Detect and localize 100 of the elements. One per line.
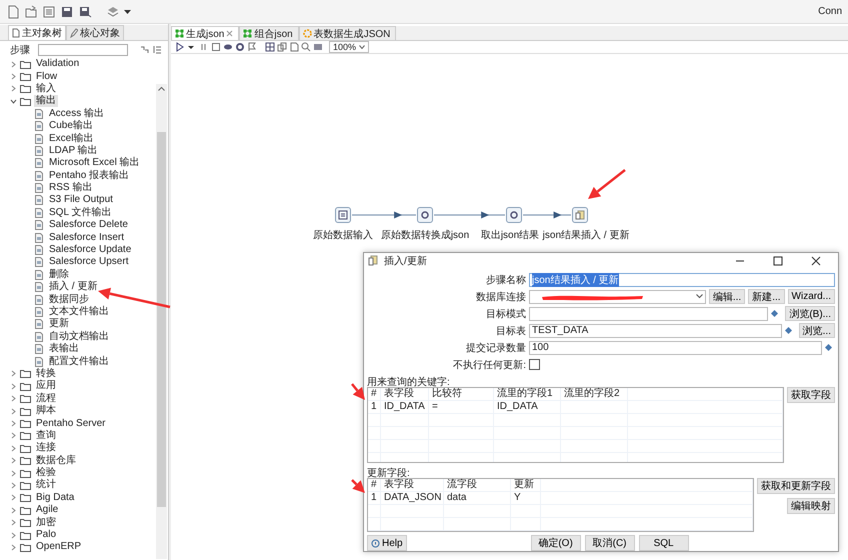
editor-tab[interactable]: 表数据生成JSON (298, 26, 396, 40)
tree-item[interactable]: 输出 (34, 95, 58, 108)
dropdown-field[interactable] (529, 290, 706, 304)
chevron-icon[interactable] (10, 420, 17, 428)
tree-item[interactable]: 输入 (34, 82, 58, 95)
dialog-button[interactable]: 编辑映射 (787, 498, 835, 514)
panel-tab[interactable]: 核心对象 (66, 25, 124, 40)
help-button[interactable]: Help (367, 535, 407, 551)
flag-icon[interactable] (247, 42, 257, 52)
list-icon[interactable] (42, 4, 56, 18)
tree-item[interactable]: Salesforce Upsert (47, 256, 130, 268)
tree-item[interactable]: 数据仓库 (34, 454, 78, 467)
tree-item[interactable]: LDAP 输出 (47, 144, 100, 157)
tree-item[interactable]: Salesforce Delete (47, 219, 130, 232)
chevron-icon[interactable] (10, 432, 17, 440)
chevron-icon[interactable] (10, 60, 17, 68)
copy-icon[interactable] (277, 42, 287, 52)
column-header[interactable]: # (368, 479, 381, 491)
chevron-icon[interactable] (10, 532, 17, 539)
tree-item[interactable]: OpenERP (34, 541, 84, 554)
new-file-icon[interactable] (6, 4, 20, 18)
document-icon[interactable] (289, 42, 299, 52)
save-icon[interactable] (60, 4, 74, 18)
caret-icon[interactable] (124, 8, 131, 14)
chevron-icon[interactable] (10, 382, 17, 390)
step-node[interactable] (417, 207, 433, 223)
tree-item[interactable]: 转换 (34, 368, 58, 380)
layers-icon[interactable] (106, 4, 120, 18)
tree-item[interactable]: SQL 文件输出 (47, 206, 114, 219)
step-node[interactable] (572, 207, 588, 223)
tree-item[interactable]: 应用 (34, 380, 58, 392)
chevron-icon[interactable] (10, 73, 17, 80)
column-header[interactable]: 比较符 (429, 388, 494, 400)
chevron-icon[interactable] (10, 98, 17, 105)
tree-item[interactable]: 统计 (34, 479, 58, 492)
tree-item[interactable]: Access 输出 (47, 108, 106, 120)
run-icon[interactable] (175, 42, 185, 52)
panel-tab[interactable]: 主对象树 (8, 25, 66, 40)
collapse-all-icon[interactable] (153, 45, 162, 54)
tree-item[interactable]: Excel输出 (47, 132, 96, 145)
chevron-icon[interactable] (10, 494, 17, 502)
scroll-up-icon[interactable] (158, 86, 165, 91)
tree-item[interactable]: 表输出 (47, 343, 81, 356)
open-file-icon[interactable] (24, 4, 38, 18)
dialog-button[interactable]: 获取和更新字段 (757, 478, 835, 494)
tree-item[interactable]: Salesforce Update (47, 244, 134, 256)
close-icon[interactable] (810, 254, 822, 266)
step-node[interactable] (506, 207, 522, 223)
chevron-icon[interactable] (10, 85, 17, 92)
tree-item[interactable]: RSS 输出 (47, 182, 94, 194)
tree-item[interactable]: Flow (34, 70, 60, 83)
chevron-icon[interactable] (10, 482, 17, 489)
search-field[interactable] (38, 44, 128, 56)
chevron-icon[interactable] (10, 506, 17, 514)
input-field[interactable] (529, 306, 768, 320)
tree-item[interactable]: 文本文件输出 (47, 306, 111, 318)
tree-item[interactable]: 配置文件输出 (47, 356, 111, 368)
chevron-icon[interactable] (10, 544, 17, 551)
dialog-button[interactable]: SQL (638, 535, 689, 551)
input-field[interactable]: json结果插入 / 更新 (529, 272, 835, 286)
dialog-button[interactable]: 获取字段 (787, 387, 835, 403)
chevron-icon[interactable] (10, 457, 17, 464)
scrollbar[interactable] (156, 84, 167, 559)
dialog-button[interactable]: 浏览... (798, 323, 835, 338)
tree-item[interactable]: 查询 (34, 430, 58, 442)
save-as-icon[interactable] (78, 4, 92, 18)
link-icon[interactable] (140, 45, 149, 54)
input-field[interactable]: 100 (529, 340, 822, 354)
chevron-icon[interactable] (10, 470, 17, 477)
maximize-icon[interactable] (772, 254, 784, 266)
dialog-button[interactable]: 编辑... (708, 289, 746, 304)
column-header[interactable]: # (368, 388, 381, 400)
tree-item[interactable]: 脚本 (34, 405, 58, 418)
dialog-button[interactable]: Wizard... (788, 289, 835, 304)
tree-item[interactable]: Validation (34, 58, 82, 70)
tree-item[interactable]: 删除 (47, 268, 71, 281)
tree-item[interactable]: 插入 / 更新 (47, 281, 100, 294)
tree-item[interactable]: S3 File Output (47, 194, 115, 206)
chevron-icon[interactable] (10, 395, 17, 402)
chevron-icon[interactable] (10, 444, 17, 452)
grid-icon[interactable] (265, 42, 275, 52)
dialog-button[interactable]: 取消(C) (584, 535, 635, 551)
dialog-button[interactable]: 新建... (748, 289, 785, 304)
chevron-icon[interactable] (10, 370, 17, 378)
checkbox[interactable] (529, 359, 540, 370)
dialog-button[interactable]: 浏览(B)... (785, 306, 835, 321)
tree-item[interactable]: Pentaho Server (34, 418, 108, 430)
chevron-icon[interactable] (10, 408, 17, 415)
tree-item[interactable]: Microsoft Excel 输出 (47, 157, 142, 170)
tree-item[interactable]: Palo (34, 529, 58, 542)
tree-item[interactable]: Agile (34, 504, 60, 516)
tree-item[interactable]: 连接 (34, 442, 58, 454)
tree-item[interactable]: 加密 (34, 516, 58, 529)
tree-item[interactable]: Pentaho 报表输出 (47, 170, 132, 182)
stop-icon[interactable] (211, 42, 221, 52)
tree-item[interactable]: 更新 (47, 318, 71, 330)
tree-item[interactable]: Big Data (34, 492, 76, 504)
tree-item[interactable]: Cube输出 (47, 120, 95, 132)
search-icon[interactable] (301, 42, 311, 52)
tree-item[interactable]: 检验 (34, 467, 58, 480)
